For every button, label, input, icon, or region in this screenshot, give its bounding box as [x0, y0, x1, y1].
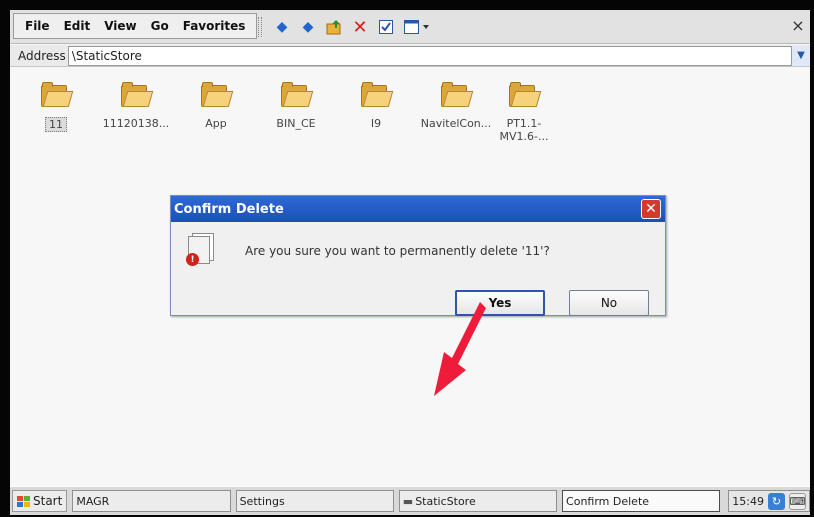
folder-item[interactable]: 11120138...: [95, 82, 177, 130]
folder-icon: [200, 82, 234, 108]
menu-view[interactable]: View: [97, 19, 143, 33]
close-icon[interactable]: ✕: [641, 199, 661, 219]
folder-label: App: [205, 117, 227, 130]
folder-item[interactable]: PT1.1-MV1.6-...: [495, 82, 553, 143]
folder-icon: [280, 82, 314, 108]
folder-label: 11120138...: [102, 117, 170, 130]
folder-item[interactable]: 11: [15, 82, 97, 132]
system-tray: 15:49 ↻ ⌨: [728, 490, 810, 512]
menu-edit[interactable]: Edit: [57, 19, 98, 33]
folder-label: I9: [370, 117, 382, 130]
chevron-down-icon[interactable]: ▼: [792, 45, 810, 66]
delete-icon[interactable]: ✕: [350, 17, 370, 38]
folder-icon: [440, 82, 474, 108]
keyboard-icon[interactable]: ⌨: [788, 492, 806, 510]
folder-label: NavitelCon...: [420, 117, 492, 130]
screen: File Edit View Go Favorites ◆ ◆ ✕ × Addr…: [10, 10, 810, 515]
command-bar: File Edit View Go Favorites ◆ ◆ ✕ ×: [10, 10, 810, 44]
folder-item[interactable]: NavitelCon...: [415, 82, 497, 130]
folder-label: PT1.1-MV1.6-...: [499, 117, 549, 143]
confirm-delete-dialog: Confirm Delete ✕ ! Are you sure you want…: [170, 195, 666, 316]
folder-icon: [120, 82, 154, 108]
clock: 15:49: [732, 494, 764, 508]
menu-file[interactable]: File: [18, 19, 57, 33]
start-button[interactable]: Start: [12, 490, 68, 512]
back-icon[interactable]: ◆: [272, 17, 292, 37]
toolbar: ◆ ◆ ✕: [258, 15, 432, 39]
views-icon[interactable]: [402, 17, 432, 37]
dialog-message: Are you sure you want to permanently del…: [245, 244, 550, 258]
windows-logo-icon: [17, 495, 30, 507]
task-settings[interactable]: Settings: [235, 490, 394, 512]
address-input[interactable]: [67, 45, 792, 66]
folder-item[interactable]: App: [175, 82, 257, 130]
start-label: Start: [33, 494, 63, 508]
menu-go[interactable]: Go: [144, 19, 176, 33]
dialog-title[interactable]: Confirm Delete: [171, 196, 665, 222]
folder-icon: [40, 82, 74, 108]
annotation-arrow-icon: [434, 302, 486, 396]
address-label: Address: [18, 48, 66, 63]
task-confirm-delete[interactable]: Confirm Delete: [562, 490, 721, 512]
delete-warning-icon: !: [186, 233, 216, 267]
folder-item[interactable]: BIN_CE: [255, 82, 337, 130]
task-staticstore[interactable]: ▬ StaticStore: [398, 490, 558, 512]
menu-bar: File Edit View Go Favorites: [13, 13, 258, 39]
up-folder-icon[interactable]: [324, 17, 344, 37]
folder-icon: [508, 82, 542, 108]
folder-item[interactable]: I9: [335, 82, 417, 130]
connection-icon[interactable]: ↻: [767, 492, 785, 510]
no-button[interactable]: No: [569, 290, 649, 316]
task-magr[interactable]: MAGR: [72, 490, 231, 512]
close-icon[interactable]: ×: [788, 16, 808, 36]
task-staticstore-label: StaticStore: [415, 494, 476, 508]
folder-label: BIN_CE: [276, 117, 316, 130]
toolbar-grip[interactable]: [258, 17, 262, 37]
drive-icon: ▬: [402, 494, 414, 508]
menu-favorites[interactable]: Favorites: [176, 19, 253, 33]
folder-label: 11: [45, 117, 67, 132]
properties-icon[interactable]: [376, 17, 396, 37]
folder-icon: [360, 82, 394, 108]
address-bar: Address ▼: [10, 45, 810, 67]
forward-icon[interactable]: ◆: [298, 17, 318, 37]
taskbar: Start MAGR Settings ▬ StaticStore Confir…: [10, 486, 810, 515]
